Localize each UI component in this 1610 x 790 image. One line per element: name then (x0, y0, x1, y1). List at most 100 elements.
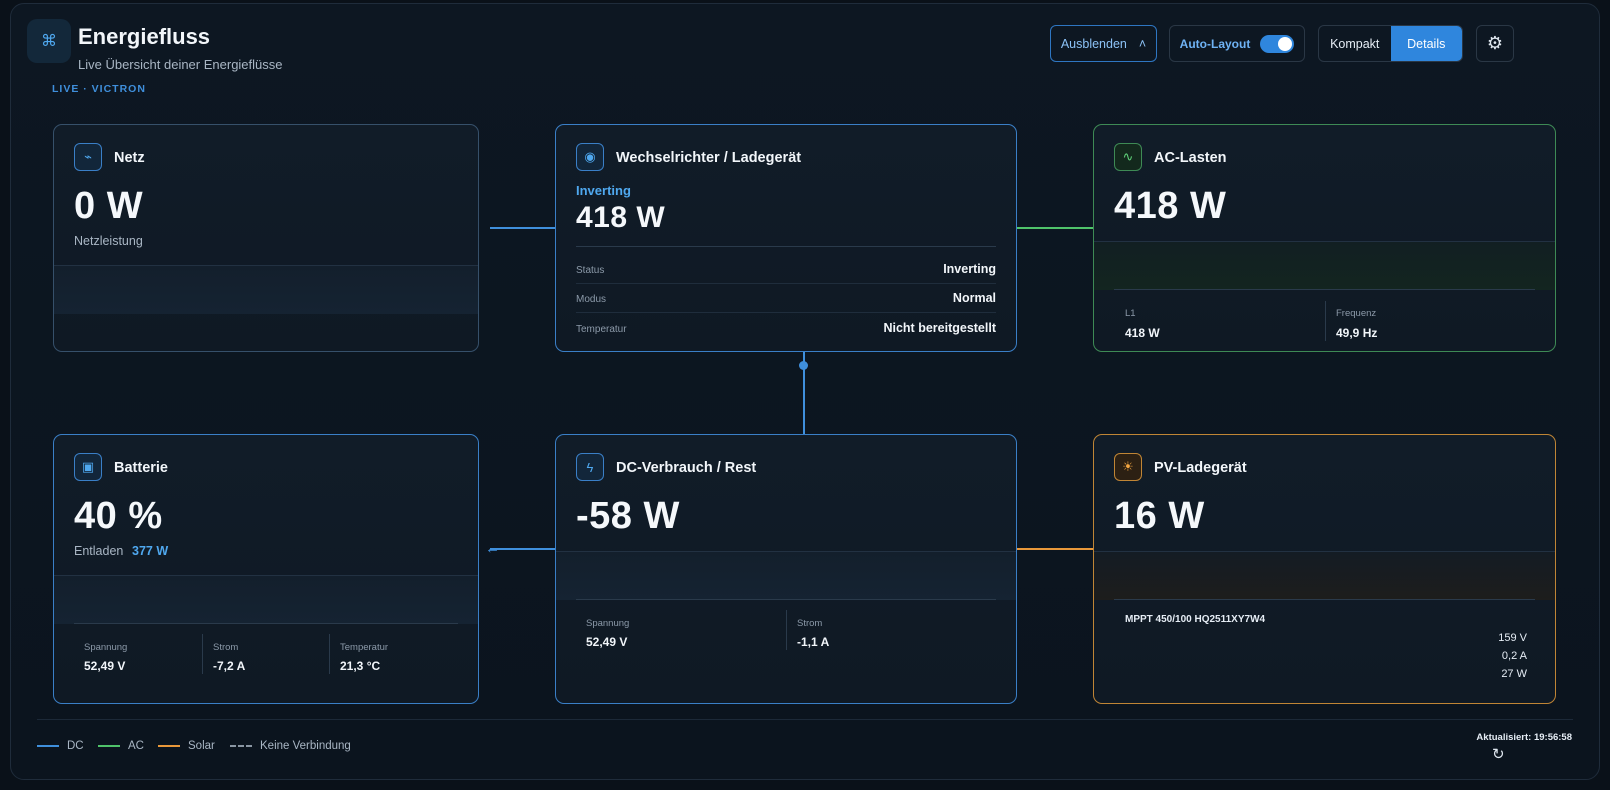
divider (786, 610, 787, 650)
ac-l1-value: 418 W (1125, 326, 1160, 340)
auto-layout-toggle-group[interactable]: Auto-Layout (1169, 25, 1305, 62)
dc-consumption-card[interactable]: ϟ DC-Verbrauch / Rest -58 W Spannung 52,… (555, 434, 1017, 704)
pv-sparkline (1094, 551, 1555, 600)
pv-power-detail-value: 27 W (1501, 668, 1527, 680)
legend-ac-swatch (98, 745, 120, 747)
page-title: Energiefluss (78, 24, 211, 49)
ac-frequency-label: Frequenz (1336, 308, 1377, 319)
dc-current-value: -1,1 A (797, 635, 830, 649)
inverter-mode-value: Normal (952, 291, 996, 305)
battery-card[interactable]: ▣ Batterie 40 % Entladen 377 W Spannung … (53, 434, 479, 704)
battery-soc-value: 40 % (74, 495, 163, 537)
legend-ac-label: AC (128, 740, 144, 752)
grid-subtitle: Netzleistung (74, 234, 143, 248)
dc-voltage-label: Spannung (586, 618, 630, 629)
battery-sparkline (54, 575, 478, 624)
ac-loads-card[interactable]: ∿ AC-Lasten 418 W L1 418 W Frequenz 49,9… (1093, 124, 1556, 352)
hide-button-label: Ausblenden (1060, 36, 1127, 51)
chevron-up-icon: ˄ (1138, 36, 1147, 51)
battery-icon: ▣ (74, 453, 102, 481)
dc-line-grid-inverter (490, 227, 555, 229)
plug-icon: ⌁ (74, 143, 102, 171)
view-compact-button[interactable]: Kompakt (1319, 26, 1391, 61)
ac-l1-label: L1 (1125, 308, 1136, 319)
ac-loads-title: AC-Lasten (1154, 150, 1227, 166)
dc-consumption-sparkline (556, 551, 1016, 600)
inverter-title: Wechselrichter / Ladegerät (616, 150, 802, 166)
pv-power-value: 16 W (1114, 495, 1205, 537)
footer-divider (37, 719, 1573, 720)
grid-card[interactable]: ⌁ Netz 0 W Netzleistung (53, 124, 479, 352)
solar-line-pv-dc (1017, 548, 1093, 550)
inverter-state: Inverting (576, 183, 631, 198)
inverter-temp-value: Nicht bereitgestellt (883, 321, 996, 335)
pv-current-value: 0,2 A (1501, 650, 1527, 662)
battery-state: Entladen (74, 544, 124, 558)
live-source-label: LIVE · VICTRON (52, 83, 146, 95)
sun-icon: ☀ (1114, 453, 1142, 481)
legend-dc: DC (37, 740, 84, 752)
inverter-icon: ◉ (576, 143, 604, 171)
legend-no-connection: Keine Verbindung (230, 740, 351, 752)
battery-current-value: -7,2 A (213, 659, 246, 673)
last-updated: Aktualisiert: 19:56:58 (1476, 732, 1572, 743)
legend-solar: Solar (158, 740, 215, 752)
divider (74, 623, 458, 624)
legend-dc-label: DC (67, 740, 84, 752)
ac-loads-power-value: 418 W (1114, 185, 1227, 227)
inverter-card[interactable]: ◉ Wechselrichter / Ladegerät Inverting 4… (555, 124, 1017, 352)
arrow-left-icon: ← (485, 540, 500, 557)
legend-ac: AC (98, 740, 144, 752)
battery-voltage-label: Spannung (84, 642, 128, 653)
pv-charger-title: PV-Ladegerät (1154, 460, 1247, 476)
divider (1114, 289, 1535, 290)
battery-voltage-value: 52,49 V (84, 659, 126, 673)
legend-no-connection-swatch (230, 745, 252, 747)
toggle-knob (1278, 36, 1293, 51)
dc-junction-dot (799, 361, 808, 370)
divider (329, 634, 330, 674)
bolt-icon: ϟ (576, 453, 604, 481)
inverter-temp-label: Temperatur (576, 324, 627, 335)
legend-solar-label: Solar (188, 740, 215, 752)
pv-device-name: MPPT 450/100 HQ2511XY7W4 (1125, 614, 1266, 625)
page-subtitle: Live Übersicht deiner Energieflüsse (78, 57, 283, 72)
grid-title: Netz (114, 150, 145, 166)
pv-voltage-value: 159 V (1498, 632, 1527, 644)
auto-layout-label: Auto-Layout (1179, 36, 1251, 51)
inverter-status-value: Inverting (943, 262, 996, 276)
legend-solar-swatch (158, 745, 180, 747)
settings-button[interactable]: ⚙ (1476, 25, 1514, 62)
battery-current-label: Strom (213, 642, 239, 653)
dc-consumption-title: DC-Verbrauch / Rest (616, 460, 757, 476)
divider (576, 312, 996, 313)
hide-button[interactable]: Ausblenden ˄ (1050, 25, 1157, 62)
dc-voltage-value: 52,49 V (586, 635, 628, 649)
sine-wave-icon: ∿ (1114, 143, 1142, 171)
ac-line-inverter-loads (1017, 227, 1093, 229)
legend-dc-swatch (37, 745, 59, 747)
inverter-mode-label: Modus (576, 294, 607, 305)
divider (202, 634, 203, 674)
inverter-status-label: Status (576, 265, 605, 276)
battery-temp-label: Temperatur (340, 642, 389, 653)
gear-icon: ⚙ (1486, 33, 1504, 53)
divider (576, 246, 996, 247)
ac-frequency-value: 49,9 Hz (1336, 326, 1378, 340)
divider (576, 283, 996, 284)
grid-power-value: 0 W (74, 185, 144, 227)
battery-temp-value: 21,3 °C (340, 659, 381, 673)
dc-current-label: Strom (797, 618, 823, 629)
view-mode-switch: Kompakt Details (1318, 25, 1463, 62)
divider (576, 599, 996, 600)
view-details-button[interactable]: Details (1390, 26, 1462, 61)
ac-loads-sparkline (1094, 241, 1555, 290)
pv-charger-card[interactable]: ☀ PV-Ladegerät 16 W MPPT 450/100 HQ2511X… (1093, 434, 1556, 704)
refresh-icon[interactable]: ↻ (1492, 745, 1505, 763)
inverter-power-value: 418 W (576, 201, 666, 234)
divider (1114, 599, 1535, 600)
dc-consumption-power-value: -58 W (576, 495, 680, 537)
divider (1325, 301, 1326, 341)
auto-layout-toggle[interactable] (1260, 34, 1295, 53)
battery-power-value: 377 W (132, 544, 169, 558)
